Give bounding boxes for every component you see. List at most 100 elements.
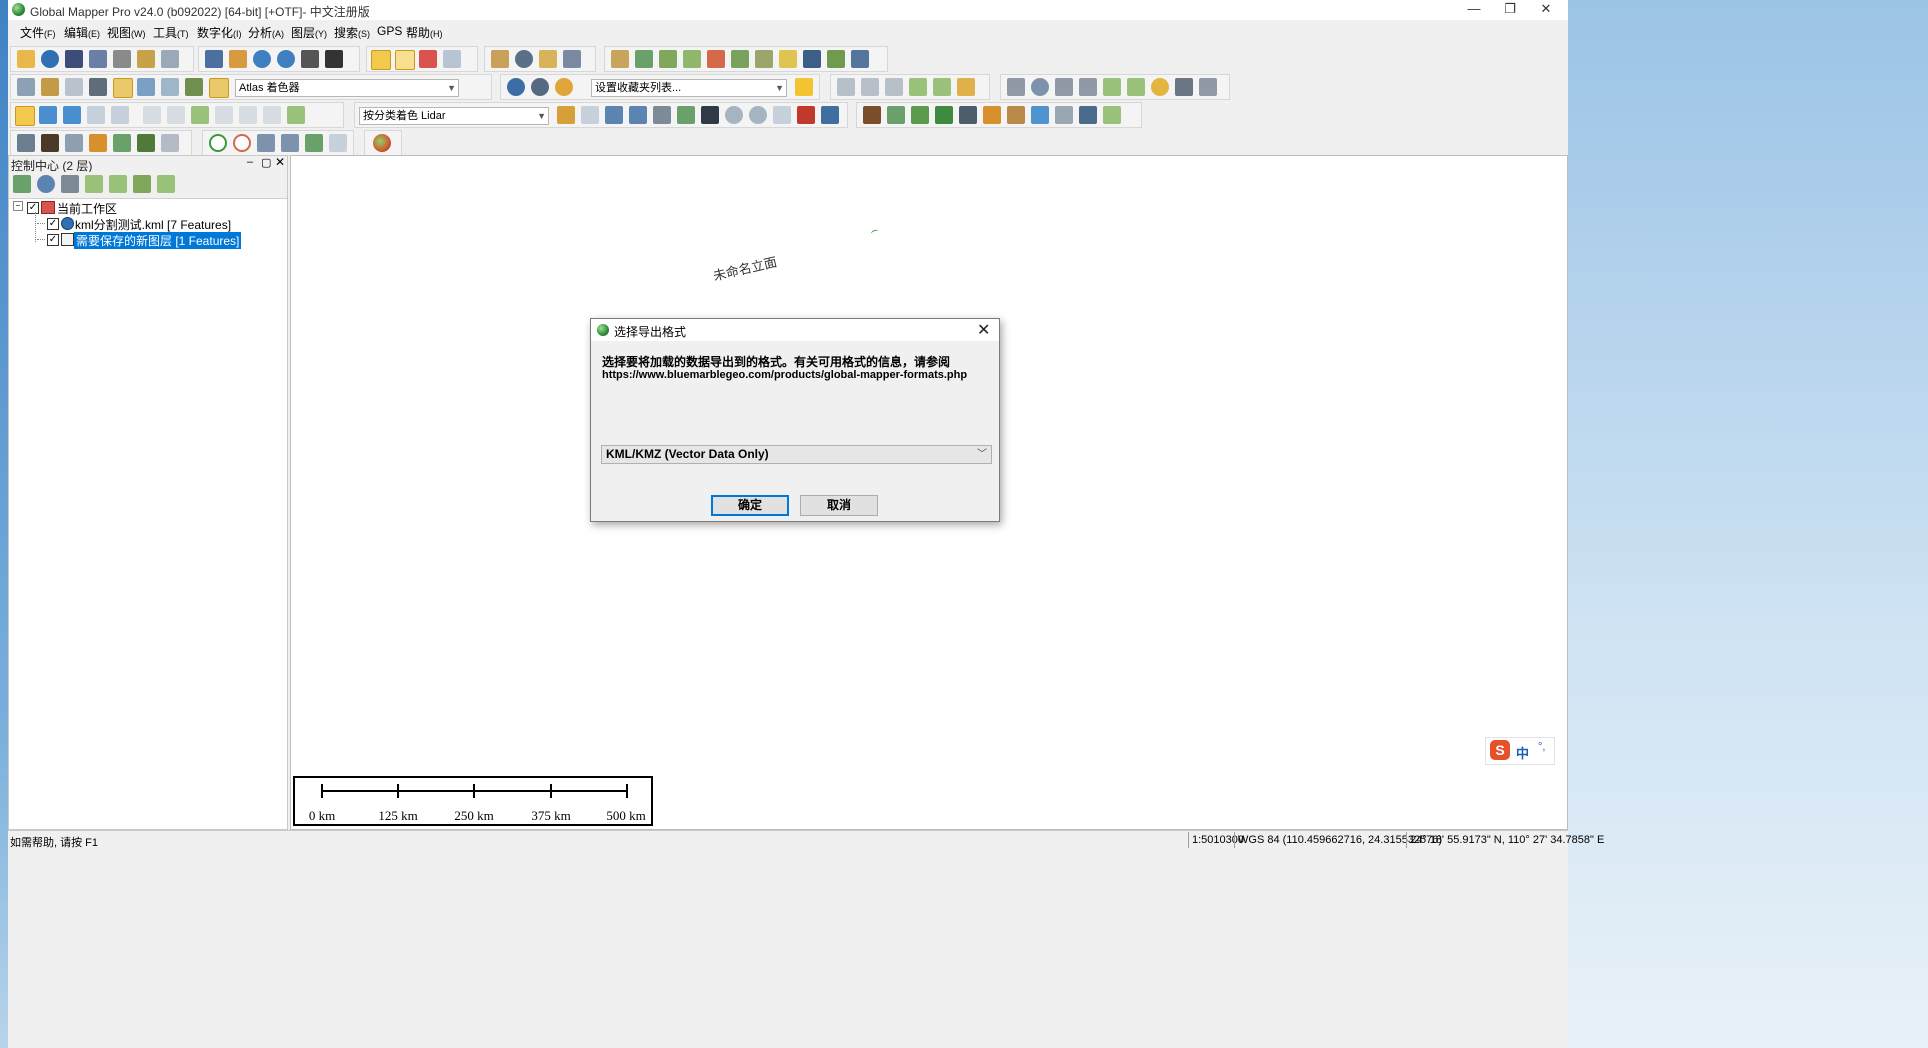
home-icon[interactable]	[325, 50, 343, 68]
overview-icon[interactable]	[161, 50, 179, 68]
shader-select[interactable]: Atlas 着色器 ▼	[235, 79, 459, 97]
format-select[interactable]: KML/KMZ (Vector Data Only) ﹀	[601, 445, 992, 464]
close-panel-icon[interactable]: ✕	[275, 155, 285, 169]
view-shed-icon[interactable]	[707, 50, 725, 68]
layer-options-icon[interactable]	[85, 175, 103, 193]
menu-layer[interactable]: 图层(Y)	[291, 24, 327, 41]
layer-zoom-icon[interactable]	[13, 175, 31, 193]
save-icon[interactable]	[65, 50, 83, 68]
edit-props-icon[interactable]	[443, 50, 461, 68]
elevation-icon[interactable]	[185, 78, 203, 96]
globe-icon[interactable]	[41, 50, 59, 68]
grid-create-icon[interactable]	[827, 50, 845, 68]
split-line-icon[interactable]	[143, 106, 161, 124]
building-icon[interactable]	[959, 106, 977, 124]
select-box-icon[interactable]	[395, 50, 415, 70]
bbox-icon[interactable]	[1103, 106, 1121, 124]
delete-point-icon[interactable]	[215, 106, 233, 124]
device-icon[interactable]	[563, 50, 581, 68]
favorites-select[interactable]: 设置收藏夹列表... ▼	[591, 79, 787, 97]
crop-icon[interactable]	[263, 106, 281, 124]
menu-help[interactable]: 帮助(H)	[406, 24, 443, 41]
layer-checkbox[interactable]: ✓	[47, 234, 59, 246]
back-arrow-icon[interactable]	[301, 50, 319, 68]
moon-icon[interactable]	[555, 78, 573, 96]
med-veg-icon[interactable]	[911, 106, 929, 124]
watershed-icon[interactable]	[659, 50, 677, 68]
cloud-icon[interactable]	[653, 106, 671, 124]
collapse-icon[interactable]: −	[13, 201, 23, 211]
digitize-pencil-icon[interactable]	[371, 50, 391, 70]
layers-icon[interactable]	[797, 106, 815, 124]
contour-icon[interactable]	[635, 50, 653, 68]
peak-icon[interactable]	[41, 134, 59, 152]
pole-icon[interactable]	[983, 106, 1001, 124]
line-green-icon[interactable]	[909, 78, 927, 96]
powerline-icon[interactable]	[1007, 106, 1025, 124]
lidar-color-select[interactable]: 按分类着色 Lidar ▼	[359, 107, 549, 125]
feature-edit-icon[interactable]	[1127, 78, 1145, 96]
3d-view-icon[interactable]	[89, 78, 107, 96]
pan-hand-icon[interactable]	[229, 50, 247, 68]
ime-indicator[interactable]: S 中 °,	[1485, 737, 1555, 765]
snap-icon[interactable]	[1079, 78, 1097, 96]
key-icon[interactable]	[1079, 106, 1097, 124]
settings-gear-icon[interactable]	[531, 78, 549, 96]
lidar-search-icon[interactable]	[605, 106, 623, 124]
table-icon[interactable]	[65, 134, 83, 152]
lidar-zoom-icon[interactable]	[629, 106, 647, 124]
line-color-icon[interactable]	[957, 78, 975, 96]
check-icon[interactable]	[1175, 78, 1193, 96]
attribute-table-icon[interactable]	[61, 175, 79, 193]
minimize-panel-icon[interactable]: –	[247, 156, 253, 168]
layer-metadata-icon[interactable]	[37, 175, 55, 193]
maximize-panel-icon[interactable]: ▢	[261, 156, 271, 169]
line-edit-icon[interactable]	[861, 78, 879, 96]
stop-icon[interactable]	[233, 134, 251, 152]
line-join-icon[interactable]	[933, 78, 951, 96]
shadow-icon[interactable]	[65, 78, 83, 96]
grid-icon[interactable]	[1055, 78, 1073, 96]
add-point-icon[interactable]	[191, 106, 209, 124]
menu-gps[interactable]: GPS	[377, 24, 402, 38]
low-veg-icon[interactable]	[887, 106, 905, 124]
move-vertex-icon[interactable]	[15, 106, 35, 126]
sample-icon[interactable]	[725, 106, 743, 124]
ok-button[interactable]: 确定	[711, 495, 789, 516]
shape-icon[interactable]	[1151, 78, 1169, 96]
combine-icon[interactable]	[851, 50, 869, 68]
ground-icon[interactable]	[863, 106, 881, 124]
menu-tools[interactable]: 工具(T)	[153, 24, 189, 41]
add-waypoint-icon[interactable]	[305, 134, 323, 152]
route-icon[interactable]	[281, 134, 299, 152]
remove-waypoint-icon[interactable]	[329, 134, 347, 152]
menu-view[interactable]: 视图(W)	[107, 24, 146, 41]
vertical-exag-icon[interactable]	[161, 78, 179, 96]
puzzle-icon[interactable]	[137, 134, 155, 152]
menu-file[interactable]: 文件(F)	[20, 24, 56, 41]
scatter-icon[interactable]	[17, 134, 35, 152]
map-feature-line[interactable]	[870, 228, 880, 237]
tree-icon[interactable]	[935, 106, 953, 124]
mesh-icon[interactable]	[773, 106, 791, 124]
zoom-out-icon[interactable]	[277, 50, 295, 68]
open-folder-icon[interactable]	[17, 50, 35, 68]
zoom-box-icon[interactable]	[205, 50, 223, 68]
filter-icon[interactable]	[557, 106, 575, 124]
terrain-icon[interactable]	[611, 50, 629, 68]
web-globe-icon[interactable]	[507, 78, 525, 96]
menu-edit[interactable]: 编辑(E)	[64, 24, 100, 41]
formats-link[interactable]: https://www.bluemarblegeo.com/products/g…	[602, 369, 967, 381]
layer-search-icon[interactable]	[109, 175, 127, 193]
draw-icon[interactable]	[1199, 78, 1217, 96]
play-icon[interactable]	[209, 134, 227, 152]
layer-close-icon[interactable]	[157, 175, 175, 193]
workspace-checkbox[interactable]: ✓	[27, 202, 39, 214]
triangle-icon[interactable]	[701, 106, 719, 124]
fly-icon[interactable]	[257, 134, 275, 152]
3d-globe-icon[interactable]	[373, 134, 391, 152]
map-icon[interactable]	[779, 50, 797, 68]
water-icon[interactable]	[1031, 106, 1049, 124]
layout-icon[interactable]	[17, 78, 35, 96]
cut-icon[interactable]	[803, 50, 821, 68]
